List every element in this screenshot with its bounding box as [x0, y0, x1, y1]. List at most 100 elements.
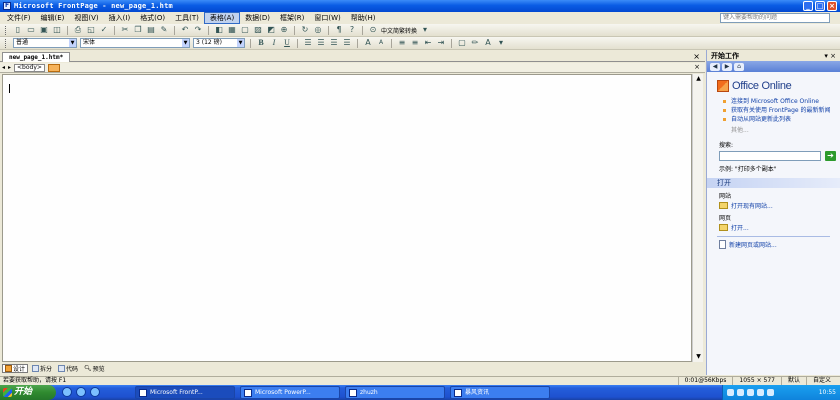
menu-edit[interactable]: 编辑(E) — [36, 13, 70, 23]
open-icon[interactable]: ▭ — [26, 25, 36, 35]
tab-design[interactable]: 设计 — [2, 364, 29, 373]
tray-ime-icon[interactable] — [747, 389, 754, 396]
bullets-icon[interactable]: ≡ — [410, 38, 420, 48]
close-button[interactable]: × — [827, 1, 837, 11]
new-page-icon[interactable]: ▯ — [13, 25, 23, 35]
menu-insert[interactable]: 插入(I) — [104, 13, 136, 23]
scroll-up-icon[interactable]: ▲ — [693, 74, 704, 84]
browser-icon[interactable] — [62, 387, 72, 397]
forward-icon[interactable]: ▶ — [722, 62, 732, 71]
search-input[interactable] — [719, 151, 821, 161]
tab-preview[interactable]: 🔍︎ 预览 — [82, 364, 107, 373]
open-page-link[interactable]: 打开... — [719, 223, 840, 232]
tag-options-icon[interactable] — [47, 63, 60, 72]
italic-button[interactable]: I — [269, 38, 279, 48]
justify-icon[interactable]: ☰ — [342, 38, 352, 48]
decrease-indent-icon[interactable]: ⇤ — [423, 38, 433, 48]
tray-security-icon[interactable] — [767, 389, 774, 396]
close-document-icon[interactable]: × — [693, 52, 700, 61]
tray-app-icon[interactable] — [757, 389, 764, 396]
shrink-font-button[interactable]: A — [376, 38, 386, 48]
spelling-icon[interactable]: ✓ — [99, 25, 109, 35]
chinese-conversion-icon[interactable]: ⊙ — [368, 25, 378, 35]
task-baofeng[interactable]: 暴风资讯 — [450, 386, 550, 399]
tray-volume-icon[interactable] — [737, 389, 744, 396]
toolbar-grip[interactable] — [5, 25, 8, 35]
desktop-icon[interactable] — [90, 387, 100, 397]
mode-default[interactable]: 默认 — [780, 377, 806, 385]
home-icon[interactable]: ⌂ — [734, 62, 744, 71]
chevron-down-icon[interactable]: ▼ — [182, 39, 189, 47]
web-component-icon[interactable]: ◧ — [214, 25, 224, 35]
align-left-icon[interactable]: ☰ — [303, 38, 313, 48]
help-question-input[interactable]: 键入需要帮助的问题 — [720, 13, 830, 23]
copy-icon[interactable]: ❐ — [133, 25, 143, 35]
link-auto-update[interactable]: 自动从网站更新此列表 — [723, 116, 840, 123]
task-frontpage[interactable]: Microsoft FrontP... — [135, 386, 235, 399]
chevron-down-icon[interactable]: ▾ — [496, 38, 506, 48]
menu-help[interactable]: 帮助(H) — [346, 13, 381, 23]
paste-icon[interactable]: ▤ — [146, 25, 156, 35]
format-painter-icon[interactable]: ✎ — [159, 25, 169, 35]
tab-code[interactable]: 代码 — [56, 364, 80, 373]
media-icon[interactable] — [76, 387, 86, 397]
frontpage-app-icon[interactable]: F — [3, 2, 11, 10]
task-powerpoint[interactable]: Microsoft PowerP... — [240, 386, 340, 399]
chevron-down-icon[interactable]: ▼ — [237, 39, 244, 47]
hyperlink-icon[interactable]: ⊕ — [279, 25, 289, 35]
new-page-or-site-link[interactable]: 新建网页或网站... — [719, 240, 840, 249]
minimize-button[interactable]: _ — [803, 1, 813, 11]
tab-new-page-1[interactable]: new_page_1.htm* — [2, 52, 71, 62]
redo-icon[interactable]: ↷ — [193, 25, 203, 35]
start-button[interactable]: 开始 — [0, 385, 56, 400]
stop-icon[interactable]: ◎ — [313, 25, 323, 35]
drawing-icon[interactable]: ◩ — [266, 25, 276, 35]
font-select[interactable]: 宋体 ▼ — [80, 38, 190, 48]
close-tag-bar-icon[interactable]: × — [694, 63, 700, 72]
help-icon[interactable]: ? — [347, 25, 357, 35]
menu-window[interactable]: 窗口(W) — [309, 13, 345, 23]
style-select[interactable]: 普通 ▼ — [13, 38, 77, 48]
menu-tools[interactable]: 工具(T) — [170, 13, 204, 23]
preview-icon[interactable]: ◱ — [86, 25, 96, 35]
close-pane-icon[interactable]: ▾ × — [824, 52, 836, 60]
undo-icon[interactable]: ↶ — [180, 25, 190, 35]
grow-font-button[interactable]: A — [363, 38, 373, 48]
highlight-icon[interactable]: ✏ — [470, 38, 480, 48]
insert-picture-icon[interactable]: ▨ — [253, 25, 263, 35]
insert-layer-icon[interactable]: ▢ — [240, 25, 250, 35]
refresh-icon[interactable]: ↻ — [300, 25, 310, 35]
print-icon[interactable]: ⎙ — [73, 25, 83, 35]
link-latest-news[interactable]: 获取有关使用 FrontPage 的最新新闻 — [723, 107, 840, 114]
mode-custom[interactable]: 自定义 — [805, 377, 837, 385]
menu-table[interactable]: 表格(A) — [203, 12, 241, 24]
align-center-icon[interactable]: ☰ — [316, 38, 326, 48]
task-zhuzh[interactable]: zhuzh — [345, 386, 445, 399]
design-canvas[interactable] — [2, 74, 692, 362]
tag-back-icon[interactable]: ◂ — [2, 64, 5, 71]
menu-file[interactable]: 文件(F) — [2, 13, 36, 23]
bold-button[interactable]: B — [256, 38, 266, 48]
font-size-select[interactable]: 3 (12 磅) ▼ — [193, 38, 245, 48]
download-speed[interactable]: 0:01@56Kbps — [677, 377, 733, 385]
increase-indent-icon[interactable]: ⇥ — [436, 38, 446, 48]
insert-table-icon[interactable]: ▦ — [227, 25, 237, 35]
tray-network-icon[interactable] — [727, 389, 734, 396]
open-existing-site-link[interactable]: 打开现有网站... — [719, 201, 840, 210]
toolbar-grip[interactable] — [5, 38, 8, 48]
maximize-button[interactable]: □ — [815, 1, 825, 11]
cut-icon[interactable]: ✂ — [120, 25, 130, 35]
tab-split[interactable]: 拆分 — [30, 364, 54, 373]
menu-frames[interactable]: 框架(R) — [275, 13, 309, 23]
link-connect-office-online[interactable]: 连接到 Microsoft Office Online — [723, 98, 840, 105]
borders-icon[interactable]: ▢ — [457, 38, 467, 48]
align-right-icon[interactable]: ☰ — [329, 38, 339, 48]
more-link[interactable]: 其他... — [731, 125, 840, 134]
tag-forward-icon[interactable]: ▸ — [8, 64, 11, 71]
scroll-down-icon[interactable]: ▼ — [693, 352, 704, 362]
body-tag[interactable]: <body> — [14, 63, 45, 72]
page-size[interactable]: 1055 × 577 — [732, 377, 781, 385]
font-color-icon[interactable]: A — [483, 38, 493, 48]
save-icon[interactable]: ▣ — [39, 25, 49, 35]
chevron-down-icon[interactable]: ▾ — [420, 25, 430, 35]
